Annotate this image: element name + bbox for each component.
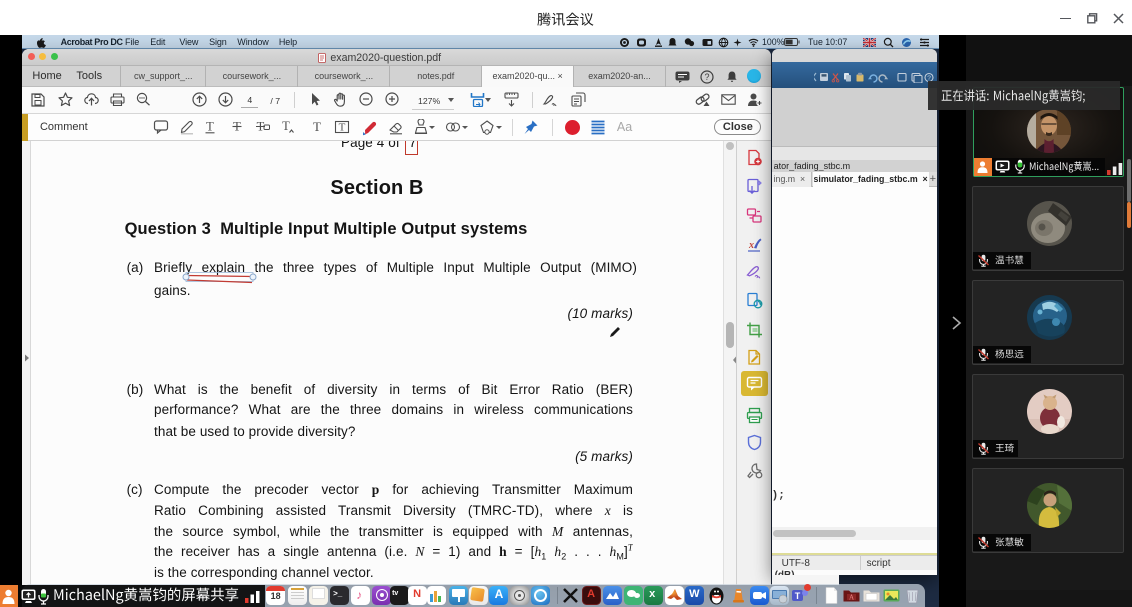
svg-text:A: A xyxy=(849,593,854,601)
svg-text:T: T xyxy=(206,120,214,134)
svg-text:?: ? xyxy=(705,72,710,82)
svg-text:T: T xyxy=(795,591,801,601)
svg-text:x: x xyxy=(748,240,754,251)
svg-text:T: T xyxy=(313,119,321,134)
svg-text:T: T xyxy=(339,122,346,134)
svg-text:T: T xyxy=(282,119,290,133)
